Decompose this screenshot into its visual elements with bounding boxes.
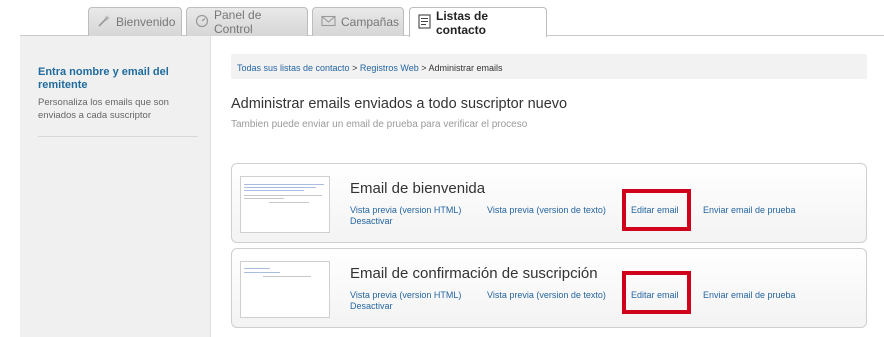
preview-html-link[interactable]: Vista previa (version HTML) (350, 205, 461, 215)
breadcrumb-registros-web[interactable]: Registros Web (360, 63, 419, 73)
deactivate-link[interactable]: Desactivar (350, 301, 393, 311)
page-title: Administrar emails enviados a todo suscr… (231, 96, 568, 112)
gauge-icon (195, 14, 209, 31)
sidebar-title[interactable]: Entra nombre y email del remitente (38, 66, 208, 92)
tab-bar: Bienvenido Panel de Control Campañas Lis… (0, 0, 884, 37)
wand-icon (97, 14, 111, 31)
tab-label: Bienvenido (116, 15, 176, 29)
email-title: Email de bienvenida (350, 180, 486, 197)
deactivate-link[interactable]: Desactivar (350, 216, 393, 226)
sidebar: Entra nombre y email del remitente Perso… (20, 36, 211, 337)
tab-label: Campañas (341, 15, 400, 29)
tab-bienvenido[interactable]: Bienvenido (88, 7, 182, 36)
breadcrumb-separator: > (421, 63, 427, 73)
tab-label: Panel de Control (214, 8, 262, 36)
page-subtitle: Tambien puede enviar un email de prueba … (231, 119, 528, 130)
envelope-icon (321, 15, 336, 30)
tab-panel-de-control[interactable]: Panel de Control (186, 7, 308, 36)
email-card-confirmation: Email de confirmación de suscripción Vis… (231, 248, 867, 328)
email-title: Email de confirmación de suscripción (350, 265, 598, 282)
send-test-email-link[interactable]: Enviar email de prueba (703, 290, 796, 300)
highlight-box (622, 271, 691, 314)
sidebar-description: Personaliza los emails que son enviados … (38, 97, 169, 121)
highlight-box (622, 189, 691, 231)
preview-text-link[interactable]: Vista previa (version de texto) (487, 205, 606, 215)
email-thumbnail[interactable] (240, 176, 330, 233)
preview-html-link[interactable]: Vista previa (version HTML) (350, 290, 461, 300)
send-test-email-link[interactable]: Enviar email de prueba (703, 205, 796, 215)
breadcrumb-all-lists[interactable]: Todas sus listas de contacto (237, 63, 350, 73)
tab-listas-de-contacto[interactable]: Listas de contacto (409, 7, 547, 37)
email-thumbnail[interactable] (240, 261, 330, 318)
sidebar-divider (38, 136, 198, 137)
tab-label: Listas de contacto (436, 8, 489, 37)
email-card-welcome: Email de bienvenida Vista previa (versio… (231, 163, 867, 243)
breadcrumb-current: Administrar emails (428, 63, 503, 73)
tab-campanas[interactable]: Campañas (312, 7, 404, 36)
list-icon (418, 13, 431, 32)
preview-text-link[interactable]: Vista previa (version de texto) (487, 290, 606, 300)
breadcrumb: Todas sus listas de contacto > Registros… (231, 54, 867, 79)
breadcrumb-separator: > (352, 63, 358, 73)
